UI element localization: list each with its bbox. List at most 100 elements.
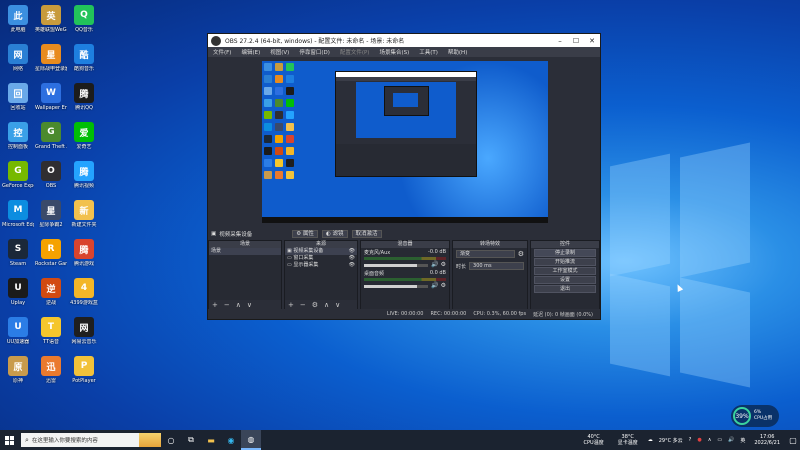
- start-button[interactable]: [0, 430, 18, 450]
- remove-icon[interactable]: −: [224, 301, 230, 309]
- controls-title: 控件: [531, 241, 599, 248]
- studio-mode-button[interactable]: 工作室模式: [534, 267, 596, 275]
- chevron-up-icon[interactable]: ∧: [708, 437, 712, 443]
- gear-icon[interactable]: ⚙: [312, 301, 318, 309]
- volume-icon[interactable]: 🔊: [728, 437, 734, 443]
- remove-icon[interactable]: −: [300, 301, 306, 309]
- add-icon[interactable]: +: [212, 301, 218, 309]
- desktop-icon[interactable]: W Wallpaper Engine: [35, 80, 67, 119]
- clock[interactable]: 17:06 2022/6/21: [754, 434, 780, 446]
- properties-button[interactable]: ⚙ 属性: [292, 230, 318, 238]
- eye-icon[interactable]: 👁: [349, 255, 355, 262]
- desktop-icon[interactable]: 爱爱奇艺: [68, 119, 100, 158]
- menu-help[interactable]: 帮助(H): [443, 48, 472, 56]
- desktop-icon[interactable]: 控控制面板: [2, 119, 34, 158]
- desktop-icon[interactable]: 此此电脑: [2, 2, 34, 41]
- eye-icon[interactable]: 👁: [349, 262, 355, 269]
- minimize-icon[interactable]: –: [552, 37, 568, 45]
- desktop-icon[interactable]: T TT语音: [35, 314, 67, 353]
- cortana-icon[interactable]: ○: [161, 430, 181, 450]
- gear-icon[interactable]: ⚙: [518, 250, 524, 258]
- desktop-icon[interactable]: 星星际争霸2: [35, 197, 67, 236]
- desktop-icon[interactable]: 网网易云音乐: [68, 314, 100, 353]
- move-down-icon[interactable]: ∨: [247, 301, 252, 309]
- file-explorer-icon[interactable]: ▬: [201, 430, 221, 450]
- weather-text[interactable]: 29°C 多云: [659, 437, 683, 444]
- gear-icon[interactable]: ⚙: [441, 261, 446, 268]
- cpu-widget[interactable]: 39% 6% CPU占用: [731, 405, 779, 427]
- desktop-icon[interactable]: M Microsoft Edge: [2, 197, 34, 236]
- desktop-icon[interactable]: 回回收站: [2, 80, 34, 119]
- taskbar-search[interactable]: ⌕ 在这里输入你要搜索的内容: [21, 433, 161, 447]
- menu-tools[interactable]: 工具(T): [414, 48, 443, 56]
- windows-icon: [4, 435, 14, 445]
- exit-button[interactable]: 退出: [534, 285, 596, 293]
- filters-button[interactable]: ◐ 滤镜: [321, 230, 348, 238]
- desktop-icon[interactable]: 原原神: [2, 353, 34, 392]
- desktop-icon[interactable]: O OBS: [35, 158, 67, 197]
- menu-file[interactable]: 文件(F): [208, 48, 236, 56]
- menu-view[interactable]: 视图(V): [265, 48, 294, 56]
- volume-slider[interactable]: [364, 284, 429, 288]
- obs-window[interactable]: OBS 27.2.4 (64-bit, windows) - 配置文件: 未命名…: [207, 33, 601, 320]
- source-item[interactable]: ▭ 显示器采集 👁: [285, 262, 357, 269]
- source-item[interactable]: ▭ 窗口采集 👁: [285, 255, 357, 262]
- task-view-icon[interactable]: ⧉: [181, 430, 201, 450]
- desktop-icon[interactable]: G GeForce Experience: [2, 158, 34, 197]
- record-icon[interactable]: ●: [697, 437, 701, 443]
- volume-slider[interactable]: [364, 263, 429, 267]
- ime-icon[interactable]: 英: [740, 437, 745, 444]
- desktop-icon[interactable]: 酷酷狗音乐: [68, 41, 100, 80]
- desktop-icon[interactable]: G Grand Theft Auto V: [35, 119, 67, 158]
- menu-scene-collection[interactable]: 场景集合(S): [374, 48, 414, 56]
- desktop-icon[interactable]: P PotPlayer: [68, 353, 100, 392]
- desktop-icon[interactable]: 4 4399游戏盒: [68, 275, 100, 314]
- maximize-icon[interactable]: ☐: [568, 37, 584, 45]
- desktop-icon[interactable]: 逆逆战: [35, 275, 67, 314]
- move-down-icon[interactable]: ∨: [335, 301, 340, 309]
- desktop-icon[interactable]: 英英雄联盟WeGame版: [35, 2, 67, 41]
- weather-icon[interactable]: ☁: [648, 437, 653, 443]
- move-up-icon[interactable]: ∧: [324, 301, 329, 309]
- eye-icon[interactable]: 👁: [349, 248, 355, 255]
- stop-recording-button[interactable]: 停止录制: [534, 249, 596, 257]
- desktop-icon[interactable]: R Rockstar Games: [35, 236, 67, 275]
- desktop-icon[interactable]: S Steam: [2, 236, 34, 275]
- obs-taskbar-icon[interactable]: ◍: [241, 430, 261, 450]
- desktop-icon-label: 腾讯视频: [73, 183, 94, 189]
- obs-titlebar[interactable]: OBS 27.2.4 (64-bit, windows) - 配置文件: 未命名…: [208, 34, 600, 47]
- source-item[interactable]: ▣ 视频采集设备 👁: [285, 248, 357, 255]
- desktop-icon[interactable]: U Uplay: [2, 275, 34, 314]
- desktop-icon[interactable]: 网网络: [2, 41, 34, 80]
- scene-item[interactable]: 场景: [209, 248, 281, 255]
- start-streaming-button[interactable]: 开始推流: [534, 258, 596, 266]
- desktop-icon[interactable]: 腾腾讯游戏: [68, 236, 100, 275]
- desktop-icon[interactable]: 迅迅雷: [35, 353, 67, 392]
- preview-canvas[interactable]: [262, 61, 548, 223]
- move-up-icon[interactable]: ∧: [236, 301, 241, 309]
- speaker-icon[interactable]: 🔊: [431, 261, 438, 268]
- notification-icon[interactable]: ▢: [786, 430, 800, 450]
- menu-docks[interactable]: 停靠窗口(D): [294, 48, 335, 56]
- deactivate-button[interactable]: 取消激活: [351, 230, 382, 238]
- transition-select[interactable]: 渐变: [456, 250, 515, 258]
- close-icon[interactable]: ✕: [584, 37, 600, 45]
- desktop-icon[interactable]: 腾腾讯QQ: [68, 80, 100, 119]
- desktop-icon-label: Microsoft Edge: [2, 222, 34, 228]
- desktop-icon[interactable]: 腾腾讯视频: [68, 158, 100, 197]
- desktop-icon[interactable]: Q QQ音乐: [68, 2, 100, 41]
- desktop-icon[interactable]: 星星际战甲登录器: [35, 41, 67, 80]
- edge-icon[interactable]: ◉: [221, 430, 241, 450]
- desktop-icon[interactable]: U UU加速器: [2, 314, 34, 353]
- scenes-dock: 场景 场景 + − ∧ ∨: [208, 240, 282, 310]
- settings-button[interactable]: 设置: [534, 276, 596, 284]
- add-icon[interactable]: +: [288, 301, 294, 309]
- desktop-icon[interactable]: 新新建文件夹: [68, 197, 100, 236]
- menu-edit[interactable]: 编辑(E): [236, 48, 265, 56]
- help-icon[interactable]: ?: [689, 437, 692, 443]
- duration-input[interactable]: 300 ms: [469, 262, 524, 270]
- menu-profile[interactable]: 配置文件(P): [335, 48, 375, 56]
- speaker-icon[interactable]: 🔊: [431, 282, 438, 289]
- gear-icon[interactable]: ⚙: [441, 282, 446, 289]
- network-icon[interactable]: ▭: [717, 437, 722, 443]
